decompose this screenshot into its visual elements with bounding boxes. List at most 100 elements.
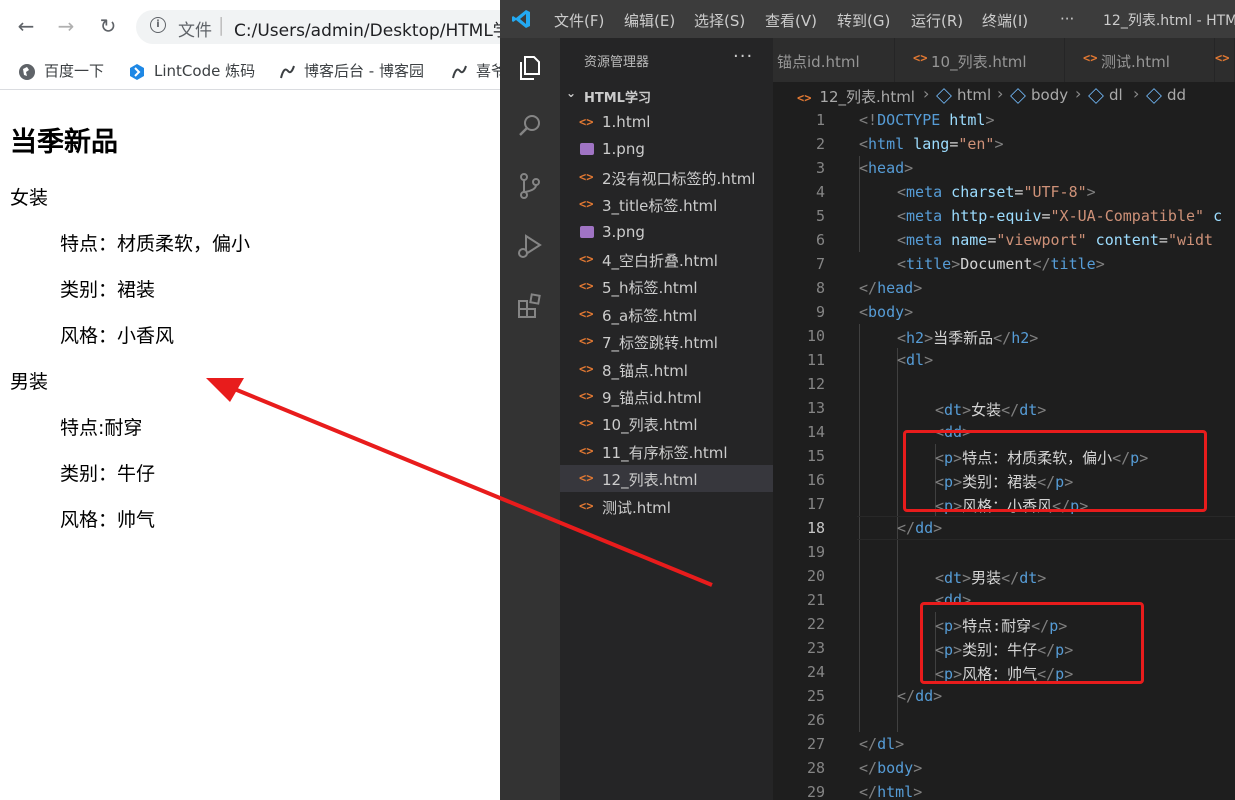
breadcrumb-file[interactable]: <> 12_列表.html (797, 86, 915, 107)
tab-test[interactable]: <> 测试.html (1065, 38, 1215, 82)
file-tree-item[interactable]: <> 9_锚点id.html (560, 383, 773, 410)
breadcrumb-separator: › (923, 84, 930, 103)
bookmark-label: 博客后台 - 博客园 (304, 62, 424, 80)
title-bar: 文件(F) 编辑(E) 选择(S) 查看(V) 转到(G) 运行(R) 终端(I… (500, 0, 1235, 38)
breadcrumb-label: 12_列表.html (819, 88, 915, 106)
file-name: 6_a标签.html (602, 306, 698, 325)
html-file-icon: <> (579, 169, 594, 184)
url-text[interactable]: C:/Users/admin/Desktop/HTML学习/12_列表.html (234, 16, 500, 41)
menu-selection[interactable]: 选择(S) (694, 10, 745, 31)
symbol-element-icon (936, 87, 952, 104)
html-file-icon: <> (579, 334, 594, 349)
bookmark-xiye[interactable]: 喜爷 (450, 60, 500, 82)
vscode-logo-icon (512, 10, 530, 28)
html-file-icon: <> (913, 51, 928, 65)
folder-header[interactable]: ⌄ HTML学习 (560, 85, 773, 107)
bookmark-baidu[interactable]: 百度一下 (18, 60, 104, 82)
back-button[interactable]: ← (14, 14, 38, 38)
menu-more[interactable]: ··· (1060, 10, 1074, 28)
tab-label: 锚点id.html (777, 53, 860, 71)
html-file-icon: <> (579, 361, 594, 376)
file-tree-item[interactable]: <> 测试.html (560, 493, 773, 520)
dd-item: 风格：小香风 (60, 325, 175, 347)
code-line: <title>Document</title> (897, 255, 1105, 273)
menu-run[interactable]: 运行(R) (911, 10, 963, 31)
file-tree-item[interactable]: 3.png (560, 219, 773, 246)
tab-anchor-id[interactable]: 锚点id.html (773, 38, 895, 82)
forward-button[interactable]: → (54, 14, 78, 38)
url-scheme-label: 文件 (178, 21, 212, 41)
file-tree-item[interactable]: <> 2没有视口标签的.html (560, 164, 773, 191)
breadcrumb-separator: › (1075, 84, 1082, 103)
file-tree-item[interactable]: <> 3_title标签.html (560, 191, 773, 218)
file-tree-item[interactable]: <> 5_h标签.html (560, 273, 773, 300)
source-control-icon[interactable] (514, 170, 546, 202)
explorer-more-button[interactable]: ··· (733, 46, 753, 67)
menu-file[interactable]: 文件(F) (554, 10, 604, 31)
annotation-box-women (903, 430, 1207, 512)
file-tree-item[interactable]: <> 8_锚点.html (560, 356, 773, 383)
browser-window: ← → ↻ i 文件 | C:/Users/admin/Desktop/HTML… (0, 0, 500, 800)
file-name: 1.png (602, 140, 645, 159)
code-line: <dt>女装</dt> (935, 401, 1047, 419)
dd-item: 特点:耐穿 (60, 417, 143, 439)
line-number: 12 (806, 375, 825, 393)
code-line: <body> (859, 303, 914, 321)
tab-list-10[interactable]: <> 10_列表.html (895, 38, 1065, 82)
extensions-icon[interactable] (514, 290, 546, 322)
file-tree-item[interactable]: <> 1.html (560, 109, 773, 136)
breadcrumb-html[interactable]: html (936, 86, 992, 104)
menu-view[interactable]: 查看(V) (765, 10, 817, 31)
breadcrumb-label: html (957, 86, 992, 104)
html-file-icon: <> (579, 498, 594, 513)
breadcrumb-label: dl (1109, 86, 1123, 104)
cnblogs-icon (452, 65, 467, 78)
menu-terminal[interactable]: 终端(I) (982, 10, 1028, 31)
menu-edit[interactable]: 编辑(E) (624, 10, 675, 31)
breadcrumb-label: dd (1167, 86, 1187, 104)
file-name: 2没有视口标签的.html (602, 169, 756, 188)
file-tree-item[interactable]: <> 7_标签跳转.html (560, 328, 773, 355)
dl-term-men: 男装 (10, 371, 49, 393)
code-line: </body> (859, 759, 923, 777)
breadcrumb-body[interactable]: body (1010, 86, 1068, 104)
file-tree-item[interactable]: 1.png (560, 136, 773, 163)
dd-item: 风格：帅气 (60, 509, 156, 531)
tab-overflow[interactable]: <> (1215, 38, 1235, 82)
reload-button[interactable]: ↻ (96, 14, 120, 38)
chevron-down-icon: ⌄ (566, 86, 577, 100)
run-debug-icon[interactable] (514, 230, 546, 262)
tab-label: 10_列表.html (931, 53, 1027, 71)
explorer-icon[interactable] (514, 52, 546, 84)
search-icon[interactable] (514, 110, 546, 142)
file-name: 1.html (602, 113, 651, 131)
dl-term-women: 女装 (10, 187, 49, 209)
breadcrumb-separator: › (1133, 84, 1140, 103)
dd-item: 类别：牛仔 (60, 463, 156, 485)
file-tree-item[interactable]: <> 11_有序标签.html (560, 438, 773, 465)
folder-name: HTML学习 (584, 91, 651, 106)
code-line: </dd> (897, 519, 943, 537)
bookmarks-bar: 百度一下 LintCode 炼码 博客后台 - 博客园 喜爷 (0, 52, 500, 90)
file-tree-item[interactable]: <> 10_列表.html (560, 410, 773, 437)
html-file-icon: <> (1215, 51, 1230, 65)
file-name: 10_列表.html (602, 416, 698, 435)
bookmark-cnblogs[interactable]: 博客后台 - 博客园 (278, 60, 424, 82)
file-name: 5_h标签.html (602, 279, 698, 298)
code-editor[interactable]: 1 2 3 4 5 6 7 8 9 10 11 12 13 14 15 16 17 18 19 20 21 22 23 24 2… (773, 108, 1235, 800)
code-line: <dt>男装</dt> (935, 569, 1047, 587)
site-info-icon[interactable]: i (150, 17, 166, 33)
breadcrumb-dl[interactable]: dl (1088, 86, 1123, 104)
bookmark-lintcode[interactable]: LintCode 炼码 (128, 60, 255, 82)
html-file-icon: <> (1083, 51, 1098, 65)
file-tree-item[interactable]: <> 12_列表.html (560, 465, 773, 493)
symbol-element-icon (1146, 87, 1162, 104)
breadcrumb-dd[interactable]: dd (1146, 86, 1187, 104)
tab-label: 测试.html (1101, 53, 1170, 71)
file-name: 4_空白折叠.html (602, 252, 718, 270)
file-name: 8_锚点.html (602, 361, 688, 380)
menu-go[interactable]: 转到(G) (837, 10, 890, 31)
file-tree-item[interactable]: <> 6_a标签.html (560, 301, 773, 328)
annotation-box-men (920, 602, 1144, 684)
file-tree-item[interactable]: <> 4_空白折叠.html (560, 246, 773, 273)
